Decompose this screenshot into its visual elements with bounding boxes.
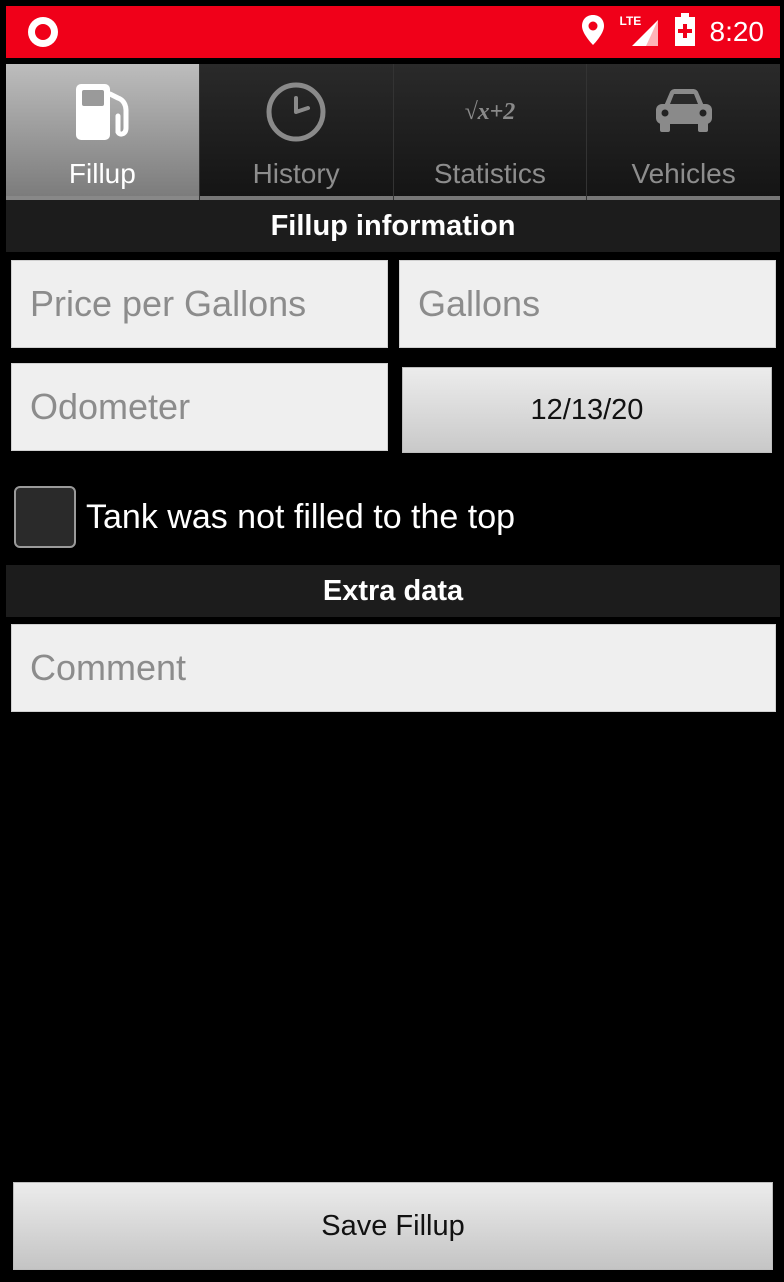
tab-label: History xyxy=(252,158,340,189)
tab-statistics[interactable]: √x+2 Statistics xyxy=(393,64,588,200)
not-full-tank-label[interactable]: Tank was not filled to the top xyxy=(86,498,515,537)
gallons-input[interactable] xyxy=(400,261,775,347)
odometer-input[interactable] xyxy=(12,364,387,450)
status-icons: LTE 8:20 xyxy=(580,6,765,58)
tab-label: Statistics xyxy=(433,158,546,189)
not-full-tank-checkbox[interactable] xyxy=(14,486,76,548)
section-header-extra: Extra data xyxy=(6,565,780,617)
comment-input[interactable] xyxy=(12,625,775,711)
price-per-gallon-field[interactable] xyxy=(11,260,388,348)
app-frame: LTE 8:20 Fillup History √x+2 Statistics … xyxy=(0,0,784,1282)
battery-charging-icon xyxy=(674,12,696,52)
price-per-gallon-input[interactable] xyxy=(12,261,387,347)
tab-label: Fillup xyxy=(68,158,136,189)
gallons-field[interactable] xyxy=(399,260,776,348)
status-time: 8:20 xyxy=(709,16,765,47)
lte-signal-icon: LTE xyxy=(620,14,660,48)
not-full-tank-row[interactable]: Tank was not filled to the top xyxy=(14,484,515,550)
tab-label: Vehicles xyxy=(631,158,736,189)
tab-vehicles[interactable]: Vehicles xyxy=(587,64,780,200)
tab-bar: Fillup History √x+2 Statistics Vehicles xyxy=(6,64,780,200)
status-bar: LTE 8:20 xyxy=(6,6,780,58)
odometer-field[interactable] xyxy=(11,363,388,451)
clock-icon xyxy=(264,76,328,148)
location-pin-icon xyxy=(580,14,606,51)
tab-fillup[interactable]: Fillup xyxy=(6,64,200,200)
notification-dot-icon xyxy=(28,17,58,47)
comment-field[interactable] xyxy=(11,624,776,712)
tab-history[interactable]: History xyxy=(199,64,394,200)
section-header-fillup: Fillup information xyxy=(6,200,780,252)
sqrt-formula-icon: √x+2 xyxy=(464,76,515,148)
car-icon xyxy=(652,76,716,148)
gas-pump-icon xyxy=(70,76,134,148)
date-picker-button[interactable]: 12/13/20 xyxy=(402,367,772,453)
statistics-icon-text: √x+2 xyxy=(464,98,516,125)
save-fillup-button[interactable]: Save Fillup xyxy=(13,1182,773,1270)
